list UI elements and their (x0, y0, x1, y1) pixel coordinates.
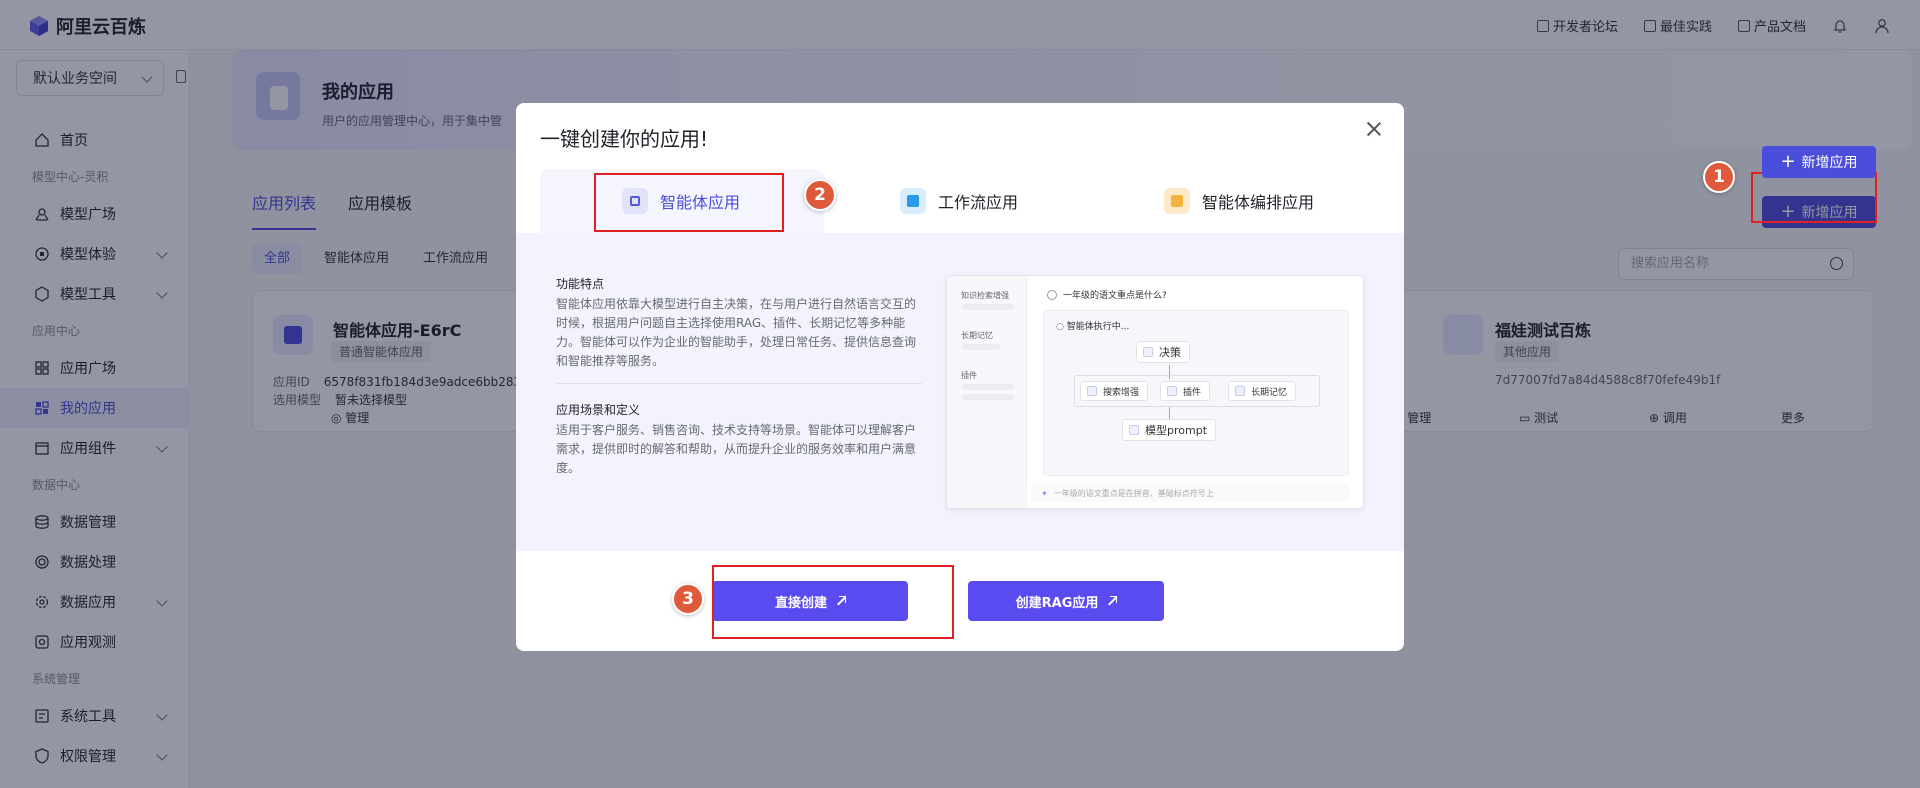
add-app-label: 新增应用 (1801, 155, 1858, 171)
workflow-app-icon (900, 188, 926, 214)
user-avatar-icon (1047, 289, 1057, 300)
step-badge-3: 3 (672, 583, 704, 615)
tab-workflow-label: 工作流应用 (938, 193, 1019, 212)
prompt-icon (1129, 425, 1139, 435)
scene-title: 应用场景和定义 (556, 403, 641, 417)
node-prompt: 模型prompt (1122, 419, 1217, 441)
search-enhance-icon (1087, 386, 1097, 396)
placeholder-bar (961, 344, 1001, 350)
add-app-button-highlighted[interactable]: + 新增应用 (1762, 146, 1876, 178)
highlight-box-step1 (1751, 172, 1877, 223)
dialog-title: 一键创建你的应用! (540, 127, 709, 151)
preview-executing-text: 智能体执行中... (1066, 322, 1130, 332)
arrow-up-right-icon (1106, 596, 1118, 606)
divider (556, 383, 922, 384)
agent-flow-preview: 知识检索增强 长期记忆 插件 一年级的语文重点是什么? ◌ 智能体执行中... … (946, 275, 1364, 509)
create-rag-button[interactable]: 创建RAG应用 (968, 581, 1164, 621)
tab-workflow-app[interactable]: 工作流应用 (900, 169, 1018, 233)
placeholder-bar (961, 384, 1015, 390)
node-memory: 长期记忆 (1228, 381, 1297, 401)
node-memory-label: 长期记忆 (1251, 387, 1288, 398)
node-search-label: 搜索增强 (1103, 387, 1140, 398)
preview-knowledge-label: 知识检索增强 (961, 291, 1009, 300)
node-search: 搜索增强 (1080, 381, 1149, 401)
preview-input-text: 一年级的语文重点是在拼音、基础标点符号上 (1053, 488, 1214, 498)
node-plugin-label: 插件 (1183, 387, 1202, 398)
decision-icon (1143, 347, 1153, 357)
app-type-description: 功能特点 智能体应用依靠大模型进行自主决策，在与用户进行自然语言交互的时候，根据… (516, 233, 1404, 551)
preview-executing: ◌ 智能体执行中... (1056, 322, 1130, 332)
highlight-box-step3 (712, 565, 954, 639)
orchestration-app-icon (1164, 188, 1190, 214)
sparkle-icon: ✦ (1041, 488, 1048, 498)
tab-orchestration-app[interactable]: 智能体编排应用 (1164, 169, 1314, 233)
highlight-box-step2 (594, 173, 784, 232)
placeholder-bar (961, 394, 1015, 400)
memory-icon (1235, 386, 1245, 396)
preview-question-text: 一年级的语文重点是什么? (1063, 291, 1167, 301)
preview-sidebar: 知识检索增强 长期记忆 插件 (947, 276, 1027, 508)
preview-plugin-label: 插件 (961, 371, 977, 380)
tab-orchestration-label: 智能体编排应用 (1202, 193, 1315, 212)
step-badge-2: 2 (804, 179, 836, 211)
node-decision: 决策 (1136, 341, 1190, 363)
preview-question: 一年级的语文重点是什么? (1047, 288, 1167, 301)
create-rag-label: 创建RAG应用 (1015, 595, 1099, 611)
preview-memory-label: 长期记忆 (961, 331, 993, 340)
feature-title: 功能特点 (556, 277, 605, 291)
preview-exec-panel: ◌ 智能体执行中... 决策 搜索增强 插件 长期记忆 模型prompt (1043, 310, 1349, 476)
scene-text: 适用于客户服务、销售咨询、技术支持等场景。智能体可以理解客户需求，提供即时的解答… (556, 423, 917, 475)
node-plugin: 插件 (1160, 381, 1211, 401)
node-prompt-label: 模型prompt (1145, 424, 1208, 437)
close-icon[interactable] (1366, 121, 1382, 137)
feature-text: 智能体应用依靠大模型进行自主决策，在与用户进行自然语言交互的时候，根据用户问题自… (556, 297, 917, 368)
preview-input: ✦ 一年级的语文重点是在拼音、基础标点符号上 (1031, 484, 1349, 502)
plugin-icon (1167, 386, 1177, 396)
node-decision-label: 决策 (1159, 346, 1181, 359)
placeholder-bar (961, 304, 1015, 310)
plus-icon: + (1780, 151, 1796, 172)
step-badge-1: 1 (1703, 161, 1735, 193)
